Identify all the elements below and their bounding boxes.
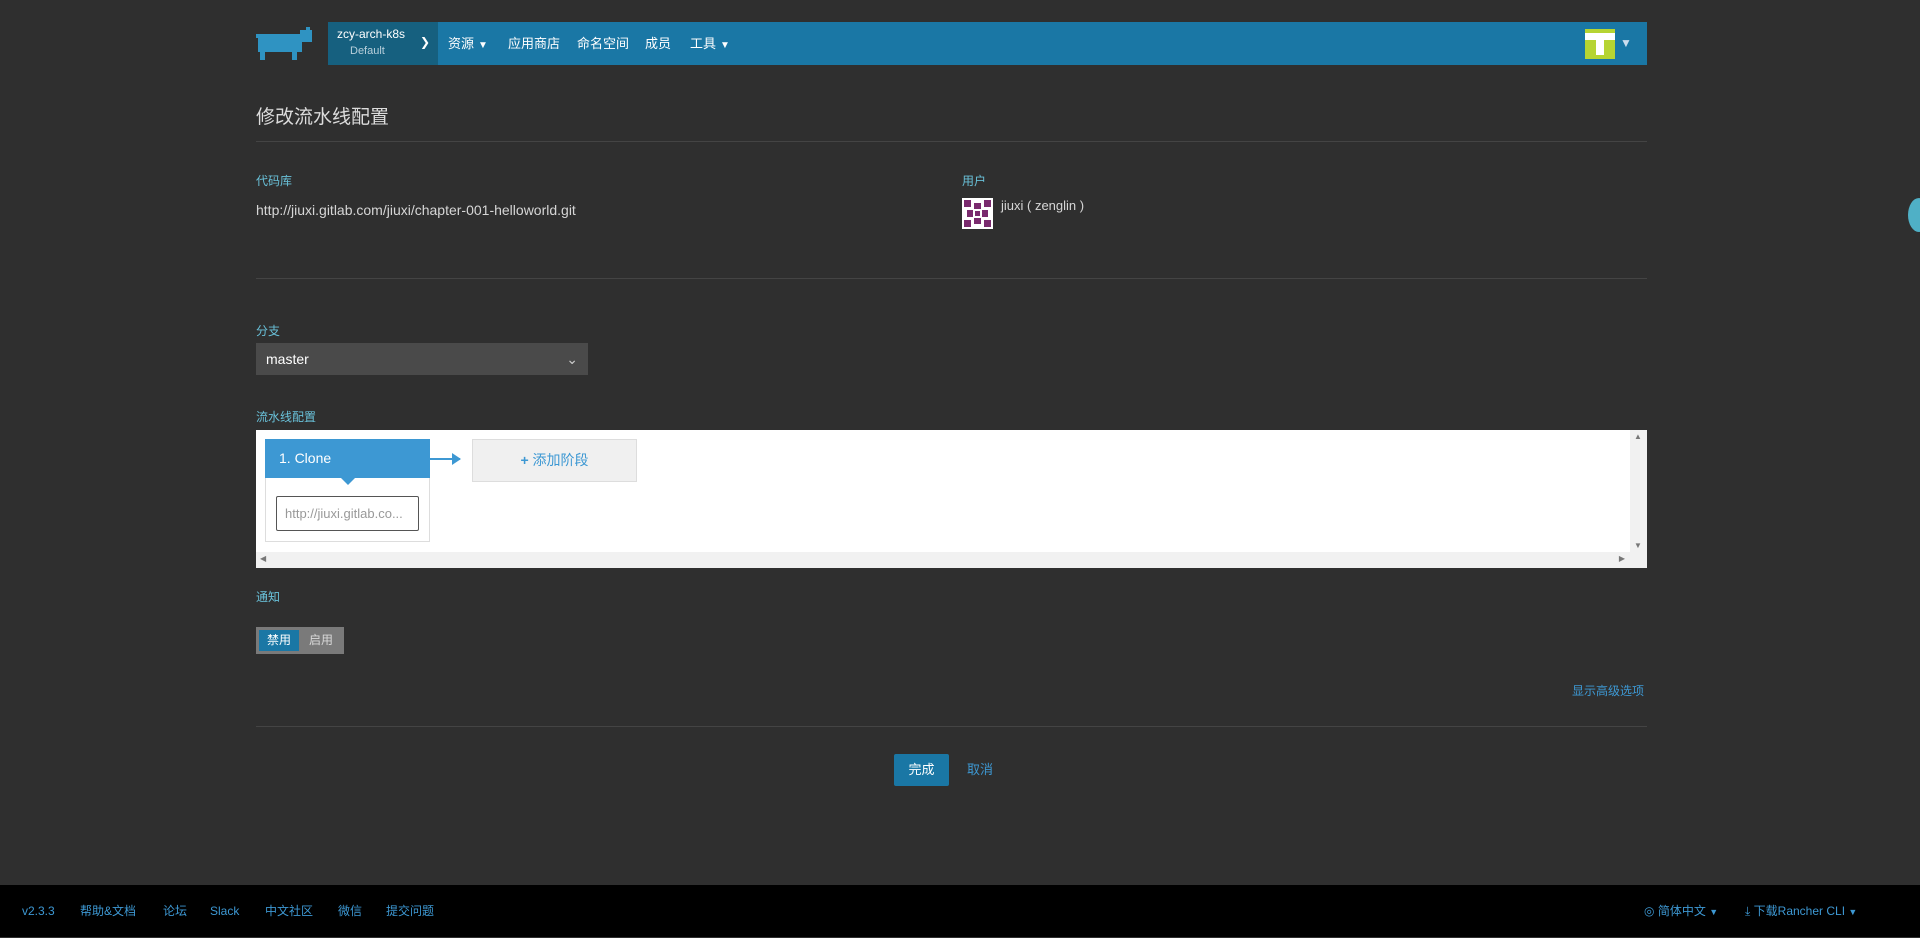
project-name: Default [350, 45, 385, 57]
user-avatar[interactable] [1585, 29, 1615, 59]
side-floating-button[interactable] [1908, 198, 1920, 232]
nav-resources-label: 资源 [448, 36, 475, 51]
scroll-up-icon[interactable]: ▲ [1634, 432, 1642, 441]
rancher-logo[interactable] [256, 26, 316, 62]
branch-label: 分支 [256, 324, 281, 338]
language-selector[interactable]: ◎ 简体中文 ▼ [1644, 885, 1718, 937]
cluster-project-switcher[interactable]: zcy-arch-k8s Default ❯ [328, 22, 438, 65]
footer-help-docs[interactable]: 帮助&文档 [80, 885, 136, 937]
branch-select[interactable]: master ⌄ [256, 343, 588, 375]
chevron-down-icon: ▼ [1709, 907, 1719, 917]
chevron-down-icon: ▼ [720, 40, 730, 51]
divider [256, 726, 1647, 727]
nav-app-store[interactable]: 应用商店 [508, 22, 560, 65]
arrow-right-icon [452, 453, 461, 465]
footer-chinese-community[interactable]: 中文社区 [265, 885, 313, 937]
repo-label: 代码库 [256, 174, 293, 188]
stage-header-clone[interactable]: 1. Clone [265, 439, 430, 478]
nav-members[interactable]: 成员 [645, 22, 671, 65]
footer-slack[interactable]: Slack [210, 885, 239, 937]
stage-pointer [341, 478, 355, 485]
chevron-down-icon: ❯ [419, 35, 430, 49]
vertical-scrollbar[interactable]: ▲ ▼ [1630, 430, 1647, 552]
user-name: jiuxi ( zenglin ) [1001, 198, 1085, 213]
step-clone-repo[interactable]: http://jiuxi.gitlab.co... [276, 496, 419, 531]
user-label: 用户 [962, 174, 987, 188]
footer-submit-issue[interactable]: 提交问题 [386, 885, 434, 937]
scroll-left-icon[interactable]: ◀ [260, 554, 266, 563]
footer-forum[interactable]: 论坛 [163, 885, 187, 937]
scroll-right-icon[interactable]: ▶ [1619, 554, 1625, 563]
branch-select-value: master [266, 351, 309, 367]
nav-resources[interactable]: 资源 ▼ [448, 22, 488, 65]
identicon-icon [964, 200, 991, 227]
plus-icon: + [520, 452, 529, 468]
globe-icon: ◎ [1644, 904, 1655, 918]
divider [256, 278, 1647, 279]
cancel-button[interactable]: 取消 [967, 754, 993, 786]
nav-namespaces[interactable]: 命名空间 [577, 22, 629, 65]
download-icon: ⤓ [1745, 904, 1751, 918]
chevron-down-icon: ▼ [1848, 907, 1858, 917]
chevron-down-icon: ⌄ [566, 351, 578, 367]
footer-wechat[interactable]: 微信 [338, 885, 362, 937]
pipeline-editor [256, 430, 1647, 568]
horizontal-scrollbar[interactable]: ◀ ▶ [256, 552, 1647, 568]
language-label: 简体中文 [1657, 904, 1706, 918]
chevron-down-icon: ▼ [478, 40, 488, 51]
cow-icon [256, 27, 312, 60]
notification-enable-option[interactable]: 启用 [301, 630, 341, 651]
scroll-down-icon[interactable]: ▼ [1634, 541, 1642, 550]
page-title-text: 修改流水线配置 [256, 107, 390, 128]
page-title: 修改流水线配置 [256, 102, 389, 129]
nav-tools-label: 工具 [690, 36, 717, 51]
add-stage-label: 添加阶段 [532, 452, 589, 468]
user-identicon-avatar [962, 198, 993, 229]
footer-version[interactable]: v2.3.3 [22, 885, 55, 937]
notification-label: 通知 [256, 590, 281, 604]
download-cli-menu[interactable]: ⤓ 下载Rancher CLI ▼ [1745, 885, 1857, 937]
download-cli-label: 下载Rancher CLI [1753, 904, 1846, 918]
show-advanced-options-link[interactable]: 显示高级选项 [1572, 682, 1644, 699]
pipeline-config-label: 流水线配置 [256, 410, 317, 424]
done-button[interactable]: 完成 [894, 754, 949, 786]
add-stage-button[interactable]: + 添加阶段 [472, 439, 637, 482]
divider [256, 141, 1647, 142]
cluster-name: zcy-arch-k8s [337, 27, 406, 41]
user-menu-chevron-icon[interactable]: ▼ [1620, 22, 1632, 65]
nav-tools[interactable]: 工具 ▼ [690, 22, 730, 65]
notification-disable-option[interactable]: 禁用 [259, 630, 299, 651]
repo-url: http://jiuxi.gitlab.com/jiuxi/chapter-00… [256, 202, 576, 218]
